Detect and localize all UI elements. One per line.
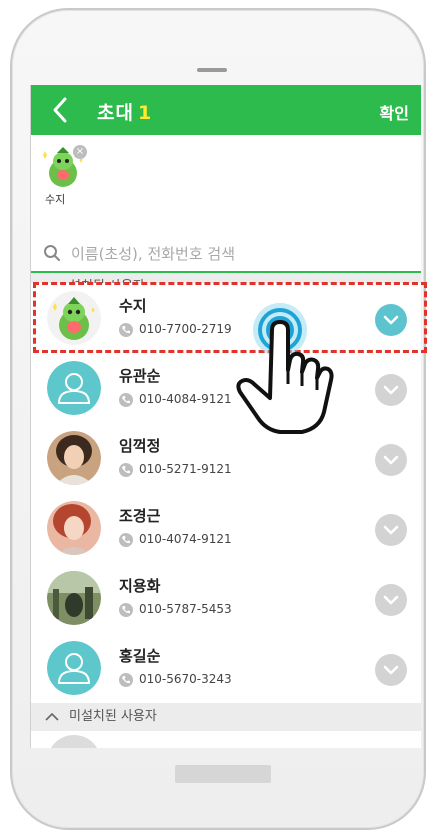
selected-chips: × 수지: [31, 135, 421, 235]
contact-row[interactable]: 조경근 010-4074-9121: [31, 493, 421, 564]
select-check-icon[interactable]: [375, 514, 407, 546]
phone-icon: [119, 533, 133, 547]
phone-icon: [119, 393, 133, 407]
remove-chip-icon[interactable]: ×: [73, 145, 87, 159]
phone-icon: [119, 463, 133, 477]
contact-row[interactable]: 임꺽정 010-5271-9121: [31, 423, 421, 494]
back-arrow-icon[interactable]: [49, 95, 73, 125]
section-label: 미설치된 사용자: [69, 709, 157, 724]
search-bar: [31, 235, 421, 273]
page-title: 초대 1: [97, 98, 152, 125]
contact-phone: 010-4074-9121: [139, 532, 232, 546]
pointing-hand-icon: [236, 320, 334, 434]
chevron-up-icon: [45, 712, 59, 721]
chip-name: 수지: [45, 193, 66, 206]
highlight-frame: [33, 282, 427, 353]
contact-row[interactable]: 유관순 010-4084-9121: [31, 353, 421, 424]
title-label: 초대: [97, 102, 134, 124]
selected-chip[interactable]: × 수지: [41, 145, 87, 206]
contact-row[interactable]: 지용화 010-5787-5453: [31, 563, 421, 634]
contact-name: 홍길순: [119, 647, 161, 665]
search-icon: [44, 245, 60, 261]
select-check-icon[interactable]: [375, 374, 407, 406]
contact-phone: 010-5670-3243: [139, 672, 232, 686]
contact-name: 유관순: [119, 367, 161, 385]
contact-name: 지용화: [119, 577, 161, 595]
contact-name: 임꺽정: [119, 437, 161, 455]
default-person-avatar: [47, 361, 101, 415]
top-bar: 초대 1 확인: [31, 85, 421, 135]
contact-name: 조경근: [119, 507, 161, 525]
select-check-icon[interactable]: [375, 584, 407, 616]
photo-avatar: [47, 431, 101, 485]
contact-phone: 010-5271-9121: [139, 462, 232, 476]
default-person-avatar: [47, 641, 101, 695]
contact-phone: 010-5787-5453: [139, 602, 232, 616]
confirm-button[interactable]: 확인: [380, 100, 409, 124]
search-input[interactable]: [69, 239, 413, 269]
invite-count: 1: [137, 102, 153, 124]
app-screen: 초대 1 확인 × 수지 이름(초성), 전화번호 검색 수지 010-7700…: [30, 85, 421, 748]
contact-row[interactable]: 홍길순 010-5670-3243: [31, 633, 421, 704]
phone-icon: [119, 603, 133, 617]
phone-speaker: [197, 68, 227, 72]
partial-avatar: [47, 735, 101, 748]
photo-avatar: [47, 501, 101, 555]
photo-avatar: [47, 571, 101, 625]
phone-icon: [119, 673, 133, 687]
home-button[interactable]: [175, 765, 271, 783]
select-check-icon[interactable]: [375, 444, 407, 476]
contact-phone: 010-4084-9121: [139, 392, 232, 406]
select-check-icon[interactable]: [375, 654, 407, 686]
section-not-installed[interactable]: 미설치된 사용자: [31, 703, 421, 731]
